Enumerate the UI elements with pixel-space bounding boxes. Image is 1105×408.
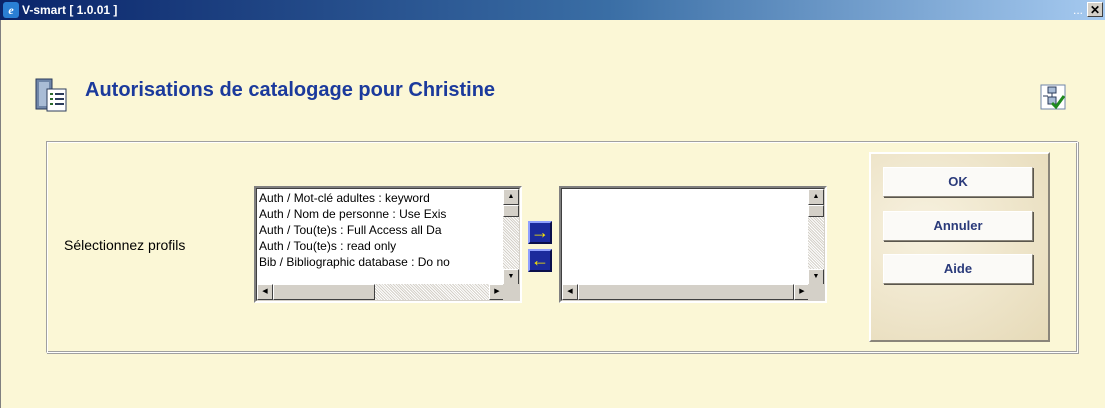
remove-arrow-icon[interactable]: ← xyxy=(528,249,552,272)
scrollbar-corner xyxy=(503,284,519,300)
available-profiles-listbox[interactable]: Auth / Mot-clé adultes : keyword Auth / … xyxy=(254,186,522,303)
document-list-icon xyxy=(35,78,67,112)
app-icon: e xyxy=(3,2,19,18)
scroll-thumb[interactable] xyxy=(503,205,519,217)
scroll-thumb[interactable] xyxy=(808,205,824,217)
list-item[interactable]: Auth / Mot-clé adultes : keyword xyxy=(258,190,506,206)
scroll-left-icon[interactable]: ◀ xyxy=(257,284,273,300)
selected-profiles-listbox[interactable]: ▲ ▼ ◀ ▶ xyxy=(559,186,827,303)
list-item[interactable]: Bib / Bibliographic database : Do no xyxy=(258,254,506,270)
list-item[interactable]: Auth / Tou(te)s : Full Access all Da xyxy=(258,222,506,238)
window-border xyxy=(0,20,1,408)
scroll-left-icon[interactable]: ◀ xyxy=(562,284,578,300)
close-button[interactable]: ✕ xyxy=(1087,2,1103,17)
titlebar-ellipsis: ... xyxy=(1072,3,1083,17)
horizontal-scrollbar[interactable]: ◀ ▶ xyxy=(562,284,810,300)
page-title: Autorisations de catalogage pour Christi… xyxy=(85,79,496,101)
window-title: V-smart [ 1.0.01 ] xyxy=(22,3,118,17)
help-button[interactable]: Aide xyxy=(883,254,1033,284)
select-profiles-label: Sélectionnez profils xyxy=(64,237,186,253)
vertical-scrollbar[interactable]: ▲ ▼ xyxy=(808,189,824,285)
horizontal-scrollbar[interactable]: ◀ ▶ xyxy=(257,284,505,300)
window-titlebar: e V-smart [ 1.0.01 ] ... ✕ xyxy=(0,0,1105,20)
scroll-down-icon[interactable]: ▼ xyxy=(808,269,824,285)
scroll-down-icon[interactable]: ▼ xyxy=(503,269,519,285)
ok-button[interactable]: OK xyxy=(883,167,1033,197)
cancel-button[interactable]: Annuler xyxy=(883,211,1033,241)
scroll-up-icon[interactable]: ▲ xyxy=(503,189,519,205)
scroll-thumb[interactable] xyxy=(578,284,794,300)
add-arrow-icon[interactable]: → xyxy=(528,221,552,244)
list-item[interactable]: Auth / Tou(te)s : read only xyxy=(258,238,506,254)
scroll-up-icon[interactable]: ▲ xyxy=(808,189,824,205)
list-item[interactable]: Auth / Nom de personne : Use Exis xyxy=(258,206,506,222)
checkmark-flow-icon[interactable] xyxy=(1040,84,1066,110)
scrollbar-corner xyxy=(808,284,824,300)
scroll-thumb[interactable] xyxy=(273,284,375,300)
vertical-scrollbar[interactable]: ▲ ▼ xyxy=(503,189,519,285)
